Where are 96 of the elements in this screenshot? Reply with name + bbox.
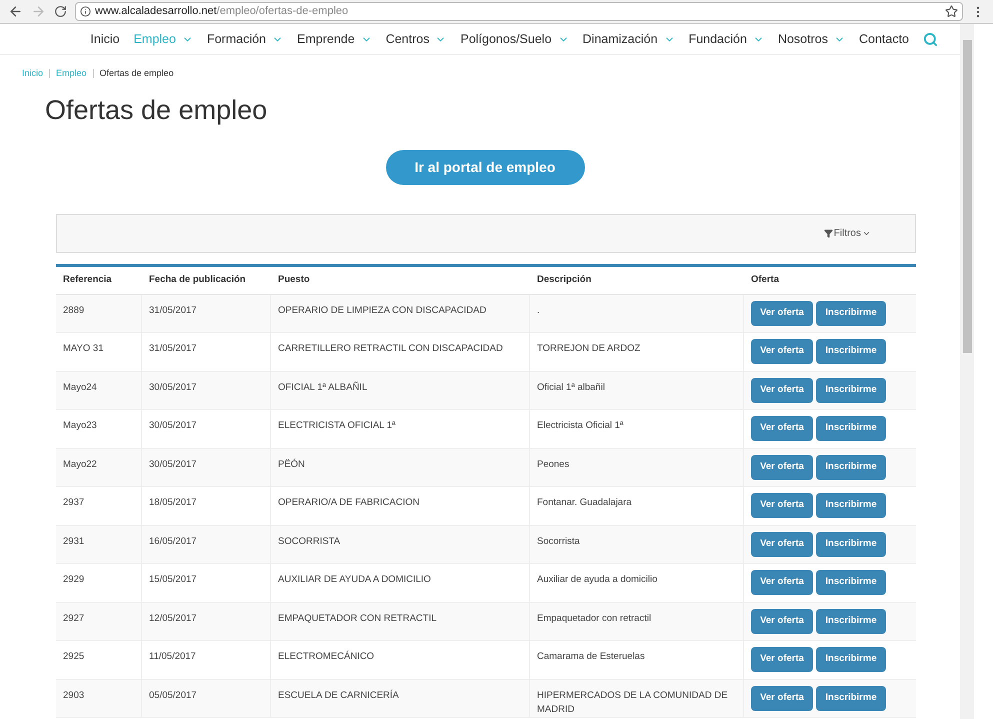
nav-item[interactable]: Centros xyxy=(386,30,446,48)
table-cell: Mayo22 xyxy=(63,458,97,470)
table-cell: Peones xyxy=(537,458,570,470)
table-cell: MAYO 31 xyxy=(63,343,104,354)
view-offer-button[interactable]: Ver oferta xyxy=(751,532,813,556)
table-cell: Electricista Oficial 1ª xyxy=(537,420,624,431)
table-cell: 2925 xyxy=(63,651,84,662)
view-offer-button[interactable]: Ver oferta xyxy=(751,339,813,364)
table-cell: 2889 xyxy=(63,304,84,316)
table-cell: 31/05/2017 xyxy=(149,304,197,316)
nav-item[interactable]: Empleo xyxy=(134,30,193,48)
filter-icon xyxy=(824,228,833,238)
nav-item[interactable]: Dinamización xyxy=(582,30,675,48)
apply-button[interactable]: Inscribirme xyxy=(816,532,886,556)
table-cell: 2937 xyxy=(63,497,84,508)
column-header: Referencia xyxy=(63,274,112,285)
view-offer-button[interactable]: Ver oferta xyxy=(751,570,813,595)
table-cell: Socorrista xyxy=(537,536,580,546)
nav-item[interactable]: Fundación xyxy=(688,30,764,48)
apply-button[interactable]: Inscribirme xyxy=(816,339,886,364)
view-offer-button[interactable]: Ver oferta xyxy=(751,378,813,402)
table-cell: Empaquetador con retractil xyxy=(537,612,652,624)
apply-button[interactable]: Inscribirme xyxy=(816,493,886,518)
back-icon[interactable] xyxy=(8,4,23,19)
bookmark-star-icon[interactable] xyxy=(945,5,958,18)
breadcrumb-link[interactable]: Empleo xyxy=(56,67,87,80)
table-cell: 12/05/2017 xyxy=(149,612,197,624)
apply-button[interactable]: Inscribirme xyxy=(816,570,886,595)
table-cell: ESCUELA DE CARNICERÍA xyxy=(278,690,399,700)
nav-item[interactable]: Contacto xyxy=(858,30,909,48)
table-cell: TORREJON DE ARDOZ xyxy=(537,343,640,354)
table-cell: 18/05/2017 xyxy=(149,497,197,508)
view-offer-button[interactable]: Ver oferta xyxy=(751,300,813,326)
apply-button[interactable]: Inscribirme xyxy=(816,686,886,710)
breadcrumb-link[interactable]: Inicio xyxy=(22,67,44,80)
view-offer-button[interactable]: Ver oferta xyxy=(751,647,813,672)
table-cell: AUXILIAR DE AYUDA A DOMICILIO xyxy=(278,574,431,585)
table-cell: PËÓN xyxy=(278,458,305,470)
nav-item[interactable]: Formación xyxy=(206,30,284,48)
table-cell: 2931 xyxy=(63,536,84,546)
apply-button[interactable]: Inscribirme xyxy=(816,416,886,441)
page-title: Ofertas de empleo xyxy=(44,94,268,124)
table-cell: OPERARIO/A DE FABRICACION xyxy=(278,497,420,508)
column-header: Fecha de publicación xyxy=(149,274,246,285)
nav-item[interactable]: Nosotros xyxy=(778,30,845,48)
table-cell: Fontanar. Guadalajara xyxy=(537,497,632,508)
table-cell: 30/05/2017 xyxy=(149,382,197,392)
column-header: Puesto xyxy=(278,274,310,285)
filters-button[interactable]: Filtros xyxy=(824,226,871,240)
table-cell: 31/05/2017 xyxy=(149,343,197,354)
table-cell: HIPERMERCADOS DE LA COMUNIDAD DE MADRID xyxy=(537,690,728,715)
table-cell: 11/05/2017 xyxy=(149,651,196,662)
scrollbar-thumb[interactable] xyxy=(962,40,972,353)
view-offer-button[interactable]: Ver oferta xyxy=(751,608,813,634)
table-cell: EMPAQUETADOR CON RETRACTIL xyxy=(278,612,437,624)
table-cell: Oficial 1ª albañil xyxy=(537,382,605,392)
nav-item[interactable]: Inicio xyxy=(90,30,120,48)
table-cell: Mayo23 xyxy=(63,420,97,431)
table-cell: 16/05/2017 xyxy=(149,536,197,546)
table-cell: 2927 xyxy=(63,612,84,624)
reload-icon[interactable] xyxy=(54,5,67,18)
info-icon[interactable] xyxy=(80,6,91,17)
table-cell: 05/05/2017 xyxy=(149,690,197,700)
view-offer-button[interactable]: Ver oferta xyxy=(751,454,813,480)
table-cell: 2903 xyxy=(63,690,84,700)
apply-button[interactable]: Inscribirme xyxy=(816,454,886,480)
scrollbar[interactable] xyxy=(960,24,974,719)
apply-button[interactable]: Inscribirme xyxy=(816,647,886,672)
nav-item[interactable]: Emprende xyxy=(297,30,372,48)
table-cell: ELECTRICISTA OFICIAL 1ª xyxy=(278,420,396,431)
table-cell: OFICIAL 1ª ALBAÑIL xyxy=(278,382,368,392)
view-offer-button[interactable]: Ver oferta xyxy=(751,493,813,518)
column-header: Descripción xyxy=(537,274,592,285)
table-cell: 30/05/2017 xyxy=(149,458,197,470)
address-bar[interactable]: www.alcaladesarrollo.net/empleo/ofertas-de-empleo xyxy=(75,2,963,21)
column-header: Oferta xyxy=(751,274,779,285)
apply-button[interactable]: Inscribirme xyxy=(816,300,886,326)
apply-button[interactable]: Inscribirme xyxy=(816,378,886,402)
view-offer-button[interactable]: Ver oferta xyxy=(751,416,813,441)
table-cell: 15/05/2017 xyxy=(149,574,197,585)
view-offer-button[interactable]: Ver oferta xyxy=(751,686,813,710)
table-cell: Auxiliar de ayuda a domicilio xyxy=(537,574,658,585)
table-cell: OPERARIO DE LIMPIEZA CON DISCAPACIDAD xyxy=(278,304,486,316)
breadcrumb-current: Ofertas de empleo xyxy=(100,67,174,80)
table-cell: 2929 xyxy=(63,574,84,585)
table-cell: Camarama de Esteruelas xyxy=(537,651,645,662)
table-cell: CARRETILLERO RETRACTIL CON DISCAPACIDAD xyxy=(278,343,503,354)
apply-button[interactable]: Inscribirme xyxy=(816,608,886,634)
table-cell: Mayo24 xyxy=(63,382,97,392)
table-cell: ELECTROMECÁNICO xyxy=(278,651,374,662)
table-cell: . xyxy=(537,304,540,316)
url-text: www.alcaladesarrollo.net/empleo/ofertas-de-empleo xyxy=(95,4,348,20)
table-cell: SOCORRISTA xyxy=(278,536,340,546)
portal-button[interactable]: Ir al portal de empleo xyxy=(386,150,584,184)
table-cell: 30/05/2017 xyxy=(149,420,197,431)
nav-item[interactable]: Polígonos/Suelo xyxy=(460,30,569,48)
